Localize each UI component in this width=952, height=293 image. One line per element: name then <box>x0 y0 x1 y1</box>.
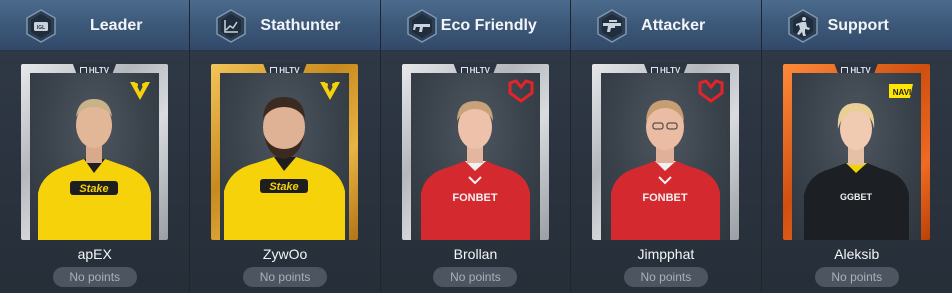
player-card[interactable]: HLTV Stake <box>211 63 359 240</box>
player-name: ZywOo <box>262 246 308 262</box>
points-badge: No points <box>52 267 137 287</box>
role-slot-support[interactable]: Support HLTV GGBET NAVI Aleksib No point… <box>761 0 952 293</box>
player-card[interactable]: HLTV FONBET <box>592 63 740 240</box>
player-photo: Stake <box>30 73 159 240</box>
mouz-logo <box>508 79 534 103</box>
role-label: Stathunter <box>260 17 341 34</box>
role-slot-leader[interactable]: IGL Leader HLTV Stake apEX No points <box>0 0 191 293</box>
player-photo: FONBET <box>410 73 540 240</box>
player-card[interactable]: HLTV FONBET <box>401 63 549 240</box>
points-badge: No points <box>433 267 518 287</box>
svg-text:Stake: Stake <box>79 183 108 195</box>
vitality-bee-logo <box>130 82 150 100</box>
role-header: Stathunter <box>190 0 380 51</box>
points-badge: No points <box>814 267 899 287</box>
player-photo: GGBET NAVI <box>791 73 921 240</box>
role-slot-eco-friendly[interactable]: Eco Friendly HLTV FONBET Brollan No poin… <box>380 0 572 293</box>
player-card[interactable]: HLTV Stake <box>21 63 168 240</box>
role-header: Eco Friendly <box>380 0 571 51</box>
mouz-logo <box>698 79 724 103</box>
svg-text:FONBET: FONBET <box>643 192 689 204</box>
role-label: Eco Friendly <box>440 17 537 34</box>
vitality-bee-logo <box>320 82 341 100</box>
role-slot-stathunter[interactable]: Stathunter HLTV Stake ZywOo No points <box>190 0 381 293</box>
role-header: IGL Leader <box>0 0 190 51</box>
svg-text:GGBET: GGBET <box>840 192 873 202</box>
player-name: Jimpphat <box>637 246 695 262</box>
player-name: Brollan <box>453 246 498 262</box>
svg-text:Stake: Stake <box>270 181 299 193</box>
points-badge: No points <box>623 267 708 287</box>
svg-text:NAVI: NAVI <box>892 88 911 97</box>
svg-text:FONBET: FONBET <box>452 192 498 204</box>
role-label: Attacker <box>641 17 706 34</box>
player-name: Aleksib <box>834 246 880 262</box>
player-photo: FONBET <box>601 73 731 240</box>
role-header: Attacker <box>571 0 761 51</box>
role-slot-attacker[interactable]: Attacker HLTV FONBET Jimpphat No points <box>571 0 762 293</box>
player-photo: Stake <box>220 73 350 240</box>
role-label: Support <box>827 17 889 34</box>
role-label: Leader <box>90 17 143 34</box>
navi-logo: NAVI <box>888 84 913 98</box>
player-name: apEX <box>77 246 112 262</box>
role-header: Support <box>761 0 952 51</box>
player-card[interactable]: HLTV GGBET NAVI <box>782 63 930 240</box>
fantasy-team-row: IGL Leader HLTV Stake apEX No points Sta… <box>0 0 952 293</box>
points-badge: No points <box>243 267 328 287</box>
